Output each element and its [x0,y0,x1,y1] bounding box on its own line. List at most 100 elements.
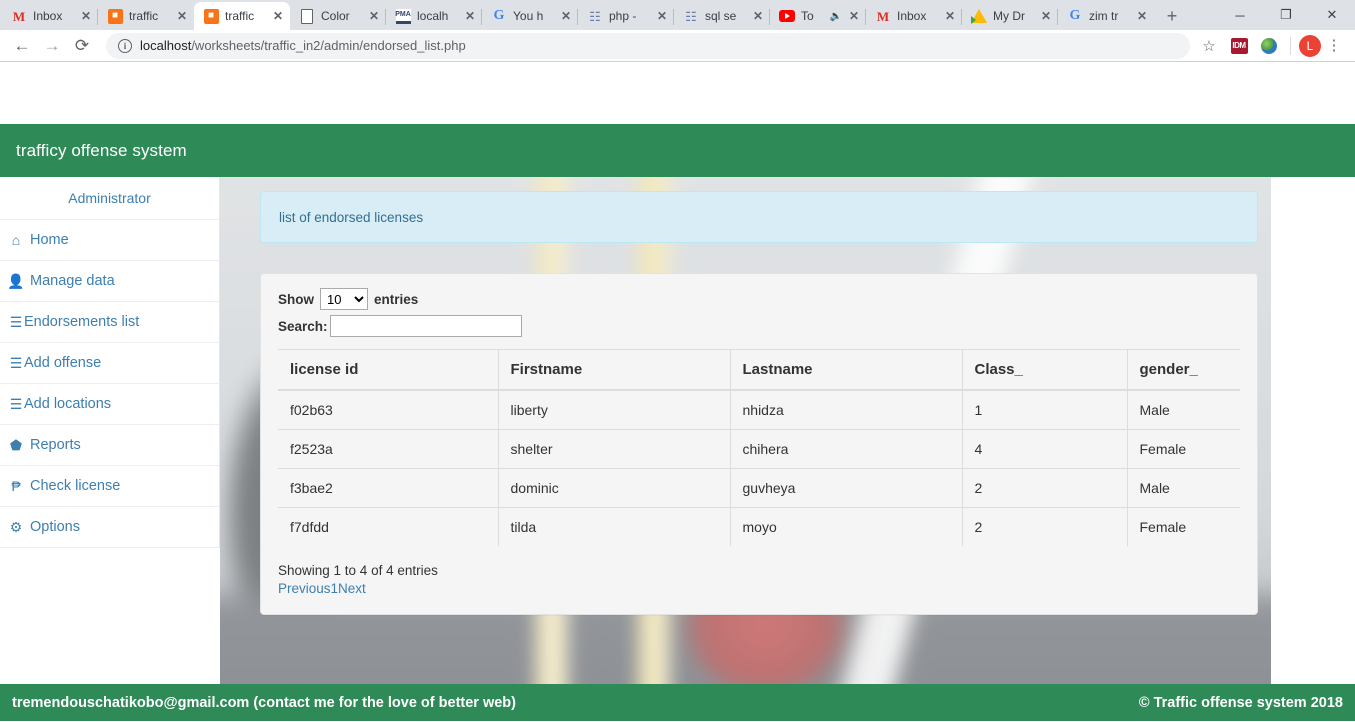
search-input[interactable] [329,315,522,337]
table-header-row: license id Firstname Lastname Class_ gen… [278,349,1240,391]
chrome-menu-icon[interactable]: ⋮ [1321,38,1347,53]
toolbar-divider [1290,36,1291,55]
app-header: trafficy offense system [0,124,1355,177]
avatar[interactable]: L [1299,34,1321,57]
minimize-button[interactable]: ─ [1217,0,1263,30]
sidebar-item-add-offense[interactable]: ☰ Add offense [0,343,219,384]
site-info-icon[interactable]: i [118,38,132,53]
browser-tab-active[interactable]: ■ traffic ✕ [194,2,290,30]
sidebar-item-check-license[interactable]: ₱ Check license [0,466,219,507]
close-icon[interactable]: ✕ [846,8,862,24]
cell-license-id: f2523a [278,429,499,469]
globe-extension-icon[interactable] [1256,33,1282,59]
cell-lastname: guvheya [730,468,963,508]
google-icon: G [1069,8,1081,23]
browser-tab[interactable]: ☷ sql se ✕ [674,2,770,30]
close-icon[interactable]: ✕ [750,8,766,24]
sidebar-item-reports[interactable]: ⬟ Reports [0,425,219,466]
page-title: trafficy offense system [16,140,187,160]
cell-lastname: nhidza [730,389,963,430]
close-icon[interactable]: ✕ [942,8,958,24]
forward-button[interactable]: → [38,32,66,60]
address-bar[interactable]: i localhost/worksheets/traffic_in2/admin… [106,32,1190,59]
close-icon[interactable]: ✕ [78,8,94,24]
gmail-icon: M [12,8,26,24]
previous-page-link[interactable]: Previous [278,581,331,596]
browser-tab[interactable]: M Inbox ✕ [866,2,962,30]
show-label: Show [278,291,314,307]
sidebar-item-add-locations[interactable]: ☰ Add locations [0,384,219,425]
page-viewport: trafficy offense system Administrator ⌂ … [0,62,1355,721]
close-icon[interactable]: ✕ [1134,8,1150,24]
mute-icon[interactable]: 🔈 [830,11,842,22]
reload-button[interactable]: ⟳ [68,32,96,60]
endorsed-licenses-table: license id Firstname Lastname Class_ gen… [278,349,1240,546]
close-icon[interactable]: ✕ [558,8,574,24]
info-alert: list of endorsed licenses [260,191,1258,243]
table-row[interactable]: f02b63 liberty nhidza 1 Male [278,389,1240,430]
document-icon [299,8,315,24]
sidebar-item-label: Options [30,519,80,535]
column-header-lastname[interactable]: Lastname [730,349,963,391]
sidebar-item-home[interactable]: ⌂ Home [0,220,219,261]
cell-class: 2 [962,468,1128,508]
tab-title: php - [609,9,637,23]
browser-tab[interactable]: ☷ php - ✕ [578,2,674,30]
window-controls: ─ ❐ ✕ [1217,0,1355,30]
browser-tab[interactable]: Color ✕ [290,2,386,30]
xampp-icon: ■ [203,8,219,24]
entries-per-page-select[interactable]: 102550100 [320,288,368,310]
close-window-button[interactable]: ✕ [1309,0,1355,30]
cell-gender: Male [1127,468,1240,508]
bookmark-star-icon[interactable]: ☆ [1196,37,1222,55]
browser-tab[interactable]: G You h ✕ [482,2,578,30]
sidebar-item-options[interactable]: ⚙ Options [0,507,219,548]
browser-chrome: M Inbox ✕ ■ traffic ✕ ■ traffic ✕ Color … [0,0,1355,62]
url-host: localhost [140,38,192,53]
close-icon[interactable]: ✕ [174,8,190,24]
close-icon[interactable]: ✕ [270,8,286,24]
cell-class: 1 [962,389,1128,430]
cell-lastname: chihera [730,429,963,469]
maximize-button[interactable]: ❐ [1263,0,1309,30]
browser-tab[interactable]: My Dr ✕ [962,2,1058,30]
alert-text: list of endorsed licenses [279,209,424,225]
table-row[interactable]: f7dfdd tilda moyo 2 Female [278,507,1240,546]
cell-class: 4 [962,429,1128,469]
column-header-gender[interactable]: gender_ [1127,349,1240,391]
sidebar-item-label: Home [30,232,69,248]
new-tab-button[interactable]: + [1158,2,1186,30]
cell-firstname: shelter [498,429,731,469]
peso-sign-icon: ₱ [11,478,21,494]
close-icon[interactable]: ✕ [654,8,670,24]
tab-title: localh [417,9,449,23]
google-icon: G [493,8,505,23]
tab-title: zim tr [1089,9,1119,23]
table-row[interactable]: f2523a shelter chihera 4 Female [278,429,1240,469]
cell-firstname: dominic [498,468,731,508]
close-icon[interactable]: ✕ [462,8,478,24]
sidebar-user-label: Administrator [0,177,219,220]
sidebar-item-endorsements-list[interactable]: ☰ Endorsements list [0,302,219,343]
column-header-class[interactable]: Class_ [962,349,1128,391]
close-icon[interactable]: ✕ [366,8,382,24]
browser-tab[interactable]: PMA localh ✕ [386,2,482,30]
close-icon[interactable]: ✕ [1038,8,1054,24]
back-button[interactable]: ← [8,32,36,60]
browser-tab[interactable]: G zim tr ✕ [1058,2,1154,30]
cell-license-id: f02b63 [278,389,499,430]
next-page-link[interactable]: Next [338,581,366,596]
browser-tab[interactable]: To 🔈 ✕ [770,2,866,30]
browser-tab[interactable]: M Inbox ✕ [2,2,98,30]
datatable-filter-control: Search: [278,315,1240,337]
cell-class: 2 [962,507,1128,546]
cell-firstname: tilda [498,507,731,546]
table-row[interactable]: f3bae2 dominic guvheya 2 Male [278,468,1240,508]
column-header-firstname[interactable]: Firstname [498,349,731,391]
browser-tab[interactable]: ■ traffic ✕ [98,2,194,30]
datatable-length-control: Show 102550100 entries [278,288,1240,310]
idm-extension-icon[interactable]: IDM [1226,33,1252,59]
page-1-link[interactable]: 1 [331,581,339,596]
sidebar-item-manage-data[interactable]: 👤 Manage data [0,261,219,302]
column-header-license-id[interactable]: license id [278,349,499,391]
